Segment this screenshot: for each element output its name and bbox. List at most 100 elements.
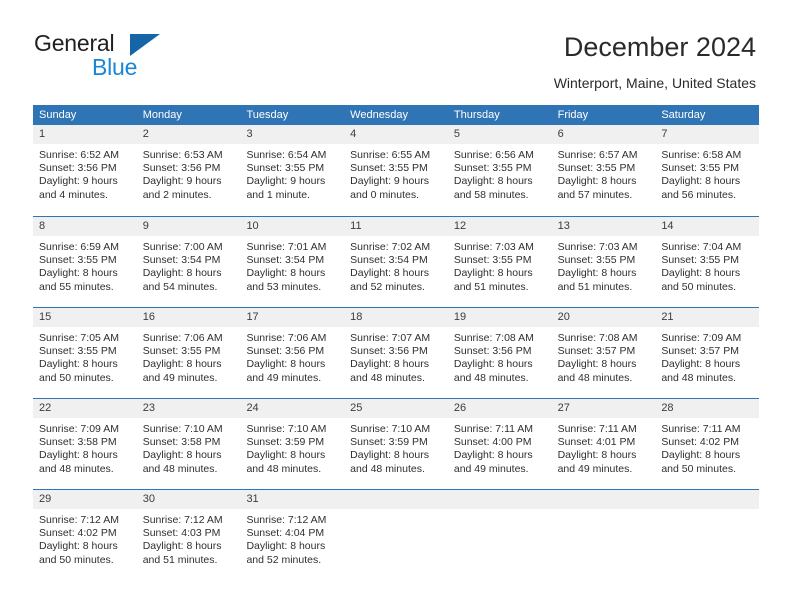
daylight-duration-line2: and 53 minutes. <box>246 280 322 293</box>
sunrise-time: Sunrise: 7:10 AM <box>142 423 223 435</box>
calendar-day-cell[interactable]: 22 Sunrise: 7:09 AM Sunset: 3:58 PM Dayligh… <box>33 399 137 489</box>
sunrise-time: Sunrise: 7:06 AM <box>246 332 327 344</box>
daylight-duration-line2: and 55 minutes. <box>39 280 114 293</box>
calendar-day-cell[interactable]: 30 Sunrise: 7:12 AM Sunset: 4:03 PM Dayligh… <box>136 490 241 578</box>
calendar-day-cell[interactable]: 10 Sunrise: 7:01 AM Sunset: 3:54 PM Dayligh… <box>240 217 345 307</box>
sunrise-time: Sunrise: 7:01 AM <box>246 241 327 253</box>
sunset-time: Sunset: 3:57 PM <box>661 345 739 358</box>
weekday-header-sunday: Sunday <box>39 109 77 121</box>
sunrise-time: Sunrise: 7:04 AM <box>661 241 742 253</box>
calendar-day-cell[interactable]: 25 Sunrise: 7:10 AM Sunset: 3:59 PM Dayligh… <box>344 399 448 489</box>
calendar-day-cell[interactable]: 21 Sunrise: 7:09 AM Sunset: 3:57 PM Dayligh… <box>655 308 760 398</box>
calendar-week-row: 8 Sunrise: 6:59 AM Sunset: 3:55 PM Daylight… <box>33 216 760 307</box>
sunrise-time: Sunrise: 7:08 AM <box>453 332 534 344</box>
daylight-duration-line1: Daylight: 8 hours <box>661 449 741 462</box>
daylight-duration-line1: Daylight: 8 hours <box>142 358 222 371</box>
sunset-time: Sunset: 3:59 PM <box>246 436 325 449</box>
daylight-duration-line2: and 48 minutes. <box>350 371 425 384</box>
calendar-day-cell[interactable]: 16 Sunrise: 7:06 AM Sunset: 3:55 PM Dayligh… <box>136 308 241 398</box>
sunrise-time: Sunrise: 6:52 AM <box>39 149 119 161</box>
daylight-duration-line2: and 2 minutes. <box>142 188 212 201</box>
daylight-duration-line2: and 49 minutes. <box>142 371 218 384</box>
calendar-day-cell[interactable]: 27 Sunrise: 7:11 AM Sunset: 4:01 PM Dayligh… <box>551 399 656 489</box>
logo-triangle-icon <box>130 34 160 56</box>
day-number: 29 <box>33 490 137 509</box>
calendar-day-cell[interactable]: 9 Sunrise: 7:00 AM Sunset: 3:54 PM Daylight… <box>136 217 241 307</box>
daylight-duration-line2: and 48 minutes. <box>39 462 114 475</box>
day-number: 10 <box>240 217 345 236</box>
calendar-day-cell[interactable]: 6 Sunrise: 6:57 AM Sunset: 3:55 PM Daylight… <box>551 125 656 216</box>
sunset-time: Sunset: 3:55 PM <box>453 254 532 267</box>
day-number: 21 <box>655 308 760 327</box>
weekday-header-thursday: Thursday <box>453 109 500 121</box>
daylight-duration-line1: Daylight: 8 hours <box>246 267 326 280</box>
day-details: Sunrise: 7:11 AM Sunset: 4:01 PM Daylight:… <box>552 418 656 476</box>
daylight-duration-line1: Daylight: 8 hours <box>246 540 326 553</box>
daylight-duration-line2: and 50 minutes. <box>39 371 114 384</box>
calendar-day-cell[interactable]: 7 Sunrise: 6:58 AM Sunset: 3:55 PM Daylight… <box>655 125 760 216</box>
calendar-day-cell[interactable]: 3 Sunrise: 6:54 AM Sunset: 3:55 PM Daylight… <box>240 125 345 216</box>
calendar-day-cell[interactable]: 31 Sunrise: 7:12 AM Sunset: 4:04 PM Dayligh… <box>240 490 345 578</box>
day-details: Sunrise: 7:08 AM Sunset: 3:56 PM Daylight:… <box>448 327 552 385</box>
calendar-day-cell[interactable]: 5 Sunrise: 6:56 AM Sunset: 3:55 PM Daylight… <box>447 125 552 216</box>
sunrise-time: Sunrise: 7:06 AM <box>142 332 223 344</box>
calendar-day-cell[interactable]: 11 Sunrise: 7:02 AM Sunset: 3:54 PM Dayligh… <box>344 217 448 307</box>
calendar-day-cell[interactable]: 14 Sunrise: 7:04 AM Sunset: 3:55 PM Dayligh… <box>655 217 760 307</box>
sunrise-time: Sunrise: 7:10 AM <box>350 423 431 435</box>
day-details: Sunrise: 7:11 AM Sunset: 4:02 PM Daylight:… <box>655 418 759 476</box>
sunset-time: Sunset: 3:57 PM <box>557 345 636 358</box>
sunset-time: Sunset: 4:02 PM <box>39 527 117 540</box>
day-details: Sunrise: 6:52 AM Sunset: 3:56 PM Daylight:… <box>33 144 137 202</box>
daylight-duration-line1: Daylight: 8 hours <box>453 449 533 462</box>
sunset-time: Sunset: 3:56 PM <box>246 345 325 358</box>
calendar-day-cell[interactable]: 28 Sunrise: 7:11 AM Sunset: 4:02 PM Dayligh… <box>655 399 760 489</box>
sunrise-time: Sunrise: 7:11 AM <box>453 423 534 435</box>
calendar-day-cell[interactable]: 12 Sunrise: 7:03 AM Sunset: 3:55 PM Dayligh… <box>447 217 552 307</box>
sunrise-time: Sunrise: 7:07 AM <box>350 332 431 344</box>
sunrise-time: Sunrise: 6:56 AM <box>453 149 534 161</box>
calendar-day-cell[interactable]: 18 Sunrise: 7:07 AM Sunset: 3:56 PM Dayligh… <box>344 308 448 398</box>
calendar-day-cell[interactable]: 13 Sunrise: 7:03 AM Sunset: 3:55 PM Dayligh… <box>551 217 656 307</box>
calendar-day-cell[interactable]: 8 Sunrise: 6:59 AM Sunset: 3:55 PM Daylight… <box>33 217 137 307</box>
calendar-day-cell[interactable]: 1 Sunrise: 6:52 AM Sunset: 3:56 PM Daylight… <box>33 125 137 216</box>
daylight-duration-line1: Daylight: 8 hours <box>350 358 429 371</box>
sunrise-time: Sunrise: 6:54 AM <box>246 149 327 161</box>
calendar-day-cell[interactable]: 4 Sunrise: 6:55 AM Sunset: 3:55 PM Daylight… <box>344 125 448 216</box>
day-details: Sunrise: 7:03 AM Sunset: 3:55 PM Daylight:… <box>552 236 656 294</box>
calendar-day-cell-empty <box>551 490 656 578</box>
sunset-time: Sunset: 3:55 PM <box>142 345 221 358</box>
day-number: 9 <box>136 217 241 236</box>
calendar-day-cell[interactable]: 24 Sunrise: 7:10 AM Sunset: 3:59 PM Dayligh… <box>240 399 345 489</box>
page-title: December 2024 <box>563 32 756 62</box>
calendar-day-cell[interactable]: 2 Sunrise: 6:53 AM Sunset: 3:56 PM Daylight… <box>136 125 241 216</box>
daylight-duration-line1: Daylight: 8 hours <box>39 267 118 280</box>
day-details: Sunrise: 7:07 AM Sunset: 3:56 PM Daylight:… <box>344 327 448 385</box>
day-number: 30 <box>136 490 241 509</box>
calendar-day-cell[interactable]: 15 Sunrise: 7:05 AM Sunset: 3:55 PM Dayligh… <box>33 308 137 398</box>
sunset-time: Sunset: 4:00 PM <box>453 436 532 449</box>
day-details: Sunrise: 7:11 AM Sunset: 4:00 PM Daylight:… <box>448 418 552 476</box>
calendar-day-cell-empty <box>447 490 552 578</box>
sunrise-time: Sunrise: 7:11 AM <box>557 423 637 435</box>
day-number: 22 <box>33 399 137 418</box>
daylight-duration-line2: and 0 minutes. <box>350 188 420 201</box>
calendar-day-cell[interactable]: 23 Sunrise: 7:10 AM Sunset: 3:58 PM Dayligh… <box>136 399 241 489</box>
day-details: Sunrise: 6:53 AM Sunset: 3:56 PM Daylight:… <box>137 144 241 202</box>
sunset-time: Sunset: 4:03 PM <box>142 527 221 540</box>
daylight-duration-line1: Daylight: 8 hours <box>142 267 222 280</box>
day-details: Sunrise: 6:54 AM Sunset: 3:55 PM Daylight:… <box>240 144 344 202</box>
sunrise-time: Sunrise: 7:09 AM <box>661 332 742 344</box>
calendar-day-cell[interactable]: 17 Sunrise: 7:06 AM Sunset: 3:56 PM Dayligh… <box>240 308 345 398</box>
day-details: Sunrise: 7:06 AM Sunset: 3:56 PM Daylight:… <box>240 327 344 385</box>
day-number: 20 <box>551 308 656 327</box>
day-details: Sunrise: 6:57 AM Sunset: 3:55 PM Daylight:… <box>552 144 656 202</box>
calendar-day-cell[interactable]: 29 Sunrise: 7:12 AM Sunset: 4:02 PM Dayligh… <box>33 490 137 578</box>
calendar-day-cell[interactable]: 20 Sunrise: 7:08 AM Sunset: 3:57 PM Dayligh… <box>551 308 656 398</box>
daylight-duration-line2: and 50 minutes. <box>661 280 737 293</box>
calendar-day-cell[interactable]: 26 Sunrise: 7:11 AM Sunset: 4:00 PM Dayligh… <box>447 399 552 489</box>
sunset-time: Sunset: 3:55 PM <box>661 162 739 175</box>
calendar-day-cell[interactable]: 19 Sunrise: 7:08 AM Sunset: 3:56 PM Dayligh… <box>447 308 552 398</box>
sunset-time: Sunset: 3:56 PM <box>142 162 221 175</box>
location-subtitle: Winterport, Maine, United States <box>553 75 756 91</box>
generalblue-logo[interactable]: General Blue <box>34 32 214 84</box>
